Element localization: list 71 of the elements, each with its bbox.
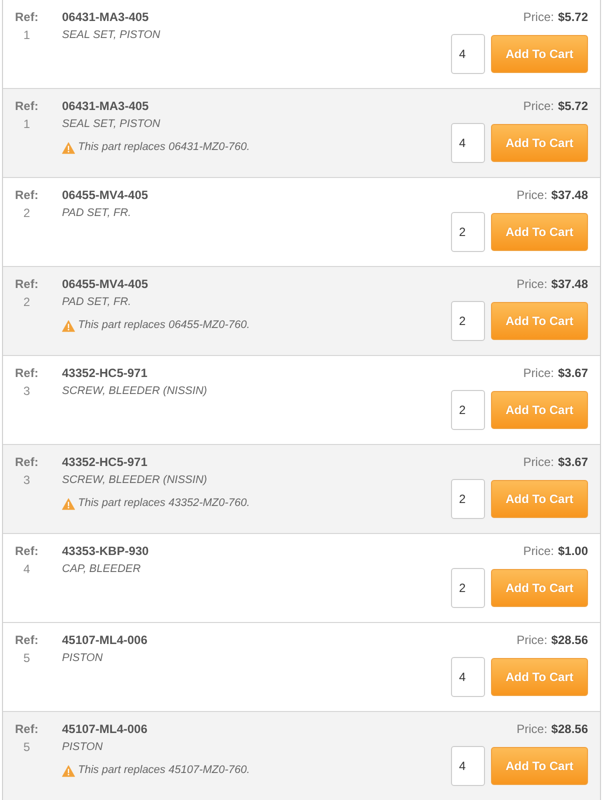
ref-label: Ref: [15, 543, 38, 560]
part-number: 45107-ML4-006 [62, 721, 148, 738]
ref-number: 2 [23, 205, 30, 222]
ref-number: 1 [23, 27, 30, 44]
quantity-field[interactable]: 4 [451, 746, 485, 786]
part-number: 06431-MA3-405 [62, 9, 149, 26]
ref-number: 3 [23, 472, 30, 489]
ref-number: 5 [23, 650, 30, 667]
ref-number: 5 [23, 739, 30, 756]
price-label: Price: [523, 454, 554, 471]
warning-icon [62, 142, 75, 154]
part-description: SEAL SET, PISTON [62, 28, 160, 43]
part-description: SCREW, BLEEDER (NISSIN) [62, 384, 208, 399]
quantity-field[interactable]: 2 [451, 568, 485, 608]
part-number: 43352-HC5-971 [62, 365, 148, 382]
quantity-field[interactable]: 4 [451, 123, 485, 163]
notice-text: This part replaces 43352-MZ0-760. [78, 496, 250, 511]
ref-label: Ref: [15, 98, 38, 115]
price-value: $1.00 [558, 543, 588, 560]
price-value: $28.56 [551, 632, 588, 649]
price-label: Price: [516, 187, 548, 204]
ref-label: Ref: [15, 9, 38, 26]
price-value: $5.72 [558, 98, 588, 115]
price-label: Price: [523, 98, 554, 115]
price-label: Price: [523, 9, 554, 26]
part-description: SEAL SET, PISTON [62, 117, 160, 132]
quantity-field[interactable]: 4 [451, 34, 485, 74]
warning-icon [62, 498, 75, 510]
ref-number: 1 [23, 116, 30, 133]
price-value: $5.72 [558, 9, 588, 26]
quantity-field[interactable]: 4 [451, 657, 485, 697]
warning-icon [62, 320, 75, 332]
quantity-field[interactable]: 2 [451, 301, 485, 341]
quantity-field[interactable]: 2 [451, 390, 485, 430]
price-value: $37.48 [551, 187, 588, 204]
ref-number: 2 [23, 294, 30, 311]
part-number: 45107-ML4-006 [62, 632, 148, 649]
ref-label: Ref: [15, 721, 38, 738]
price-label: Price: [523, 365, 554, 382]
part-description: SCREW, BLEEDER (NISSIN) [62, 473, 208, 488]
notice-text: This part replaces 45107-MZ0-760. [78, 763, 250, 778]
notice-text: This part replaces 06455-MZ0-760. [78, 318, 250, 333]
part-description: PAD SET, FR. [62, 206, 132, 221]
price-label: Price: [516, 276, 548, 293]
price-value: $3.67 [558, 454, 588, 471]
ref-label: Ref: [15, 365, 38, 382]
price-label: Price: [516, 721, 548, 738]
price-value: $37.48 [551, 276, 588, 293]
warning-icon [62, 764, 75, 776]
ref-label: Ref: [15, 632, 38, 649]
part-number: 06455-MV4-405 [62, 187, 148, 204]
quantity-field[interactable]: 2 [451, 479, 485, 519]
ref-label: Ref: [15, 276, 38, 293]
ref-label: Ref: [15, 454, 38, 471]
part-number: 43352-HC5-971 [62, 454, 148, 471]
part-number: 43353-KBP-930 [62, 543, 149, 560]
ref-label: Ref: [15, 187, 38, 204]
notice-text: This part replaces 06431-MZ0-760. [78, 140, 250, 155]
price-value: $3.67 [558, 365, 588, 382]
part-description: CAP, BLEEDER [62, 562, 141, 577]
part-description: PAD SET, FR. [62, 295, 132, 310]
part-number: 06431-MA3-405 [62, 98, 149, 115]
quantity-field[interactable]: 2 [451, 212, 485, 252]
ref-number: 3 [23, 383, 30, 400]
part-description: PISTON [62, 651, 103, 666]
price-value: $28.56 [551, 721, 588, 738]
price-label: Price: [523, 543, 554, 560]
part-description: PISTON [62, 740, 103, 755]
ref-number: 4 [23, 561, 30, 578]
part-number: 06455-MV4-405 [62, 276, 148, 293]
price-label: Price: [516, 632, 548, 649]
